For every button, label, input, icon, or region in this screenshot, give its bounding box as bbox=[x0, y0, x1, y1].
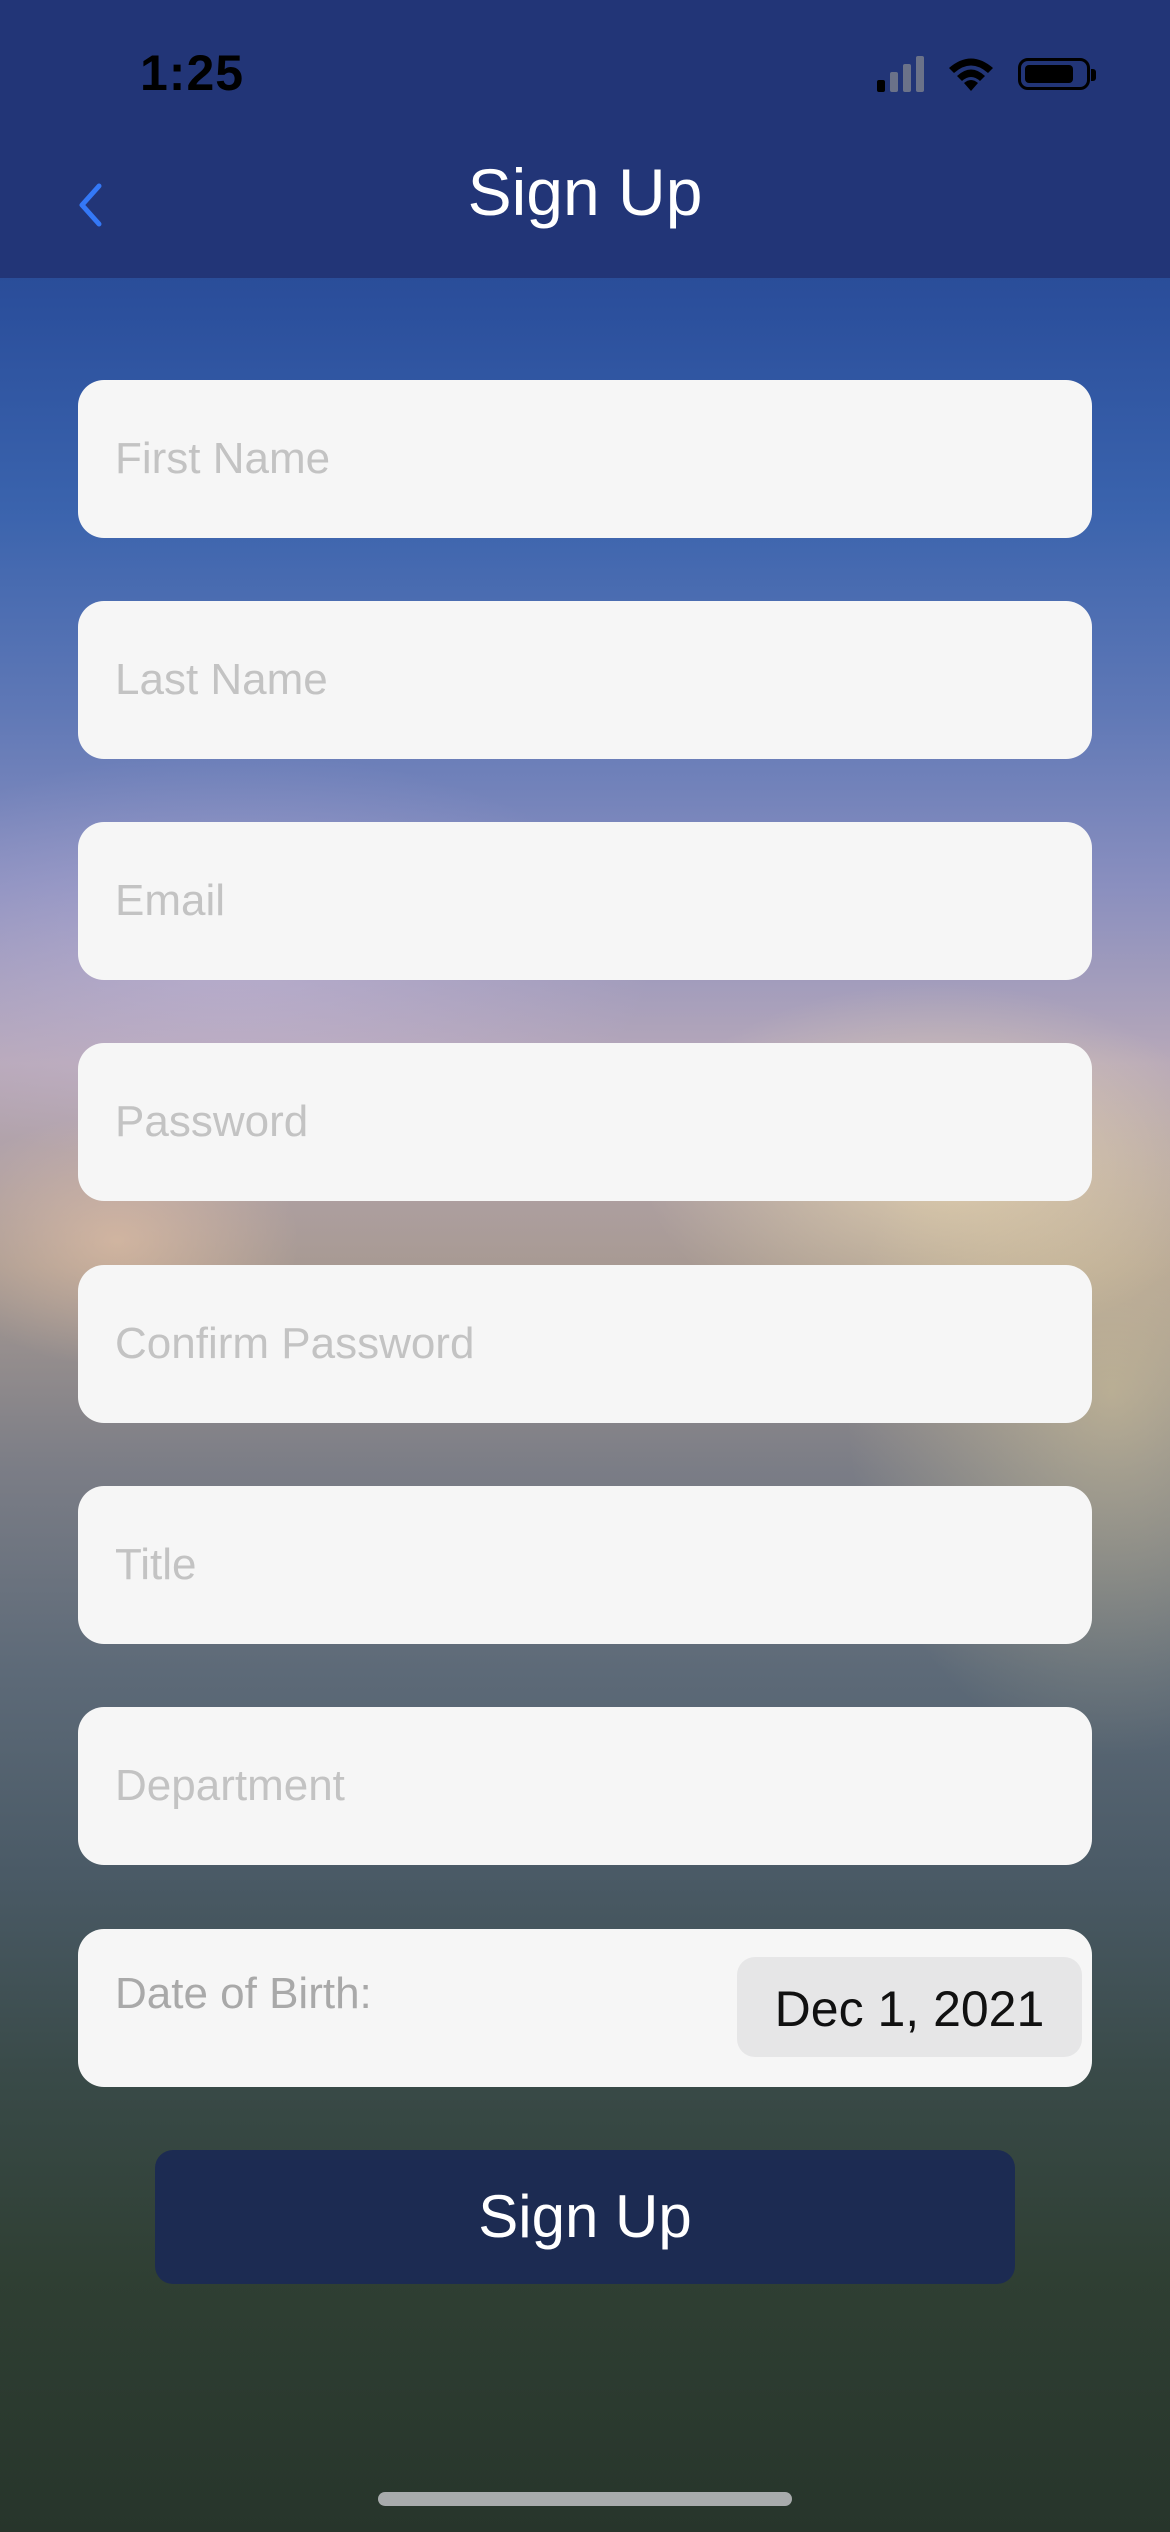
date-of-birth-row: Date of Birth: Dec 1, 2021 bbox=[78, 1929, 1092, 2087]
cellular-signal-icon bbox=[877, 56, 924, 92]
home-indicator bbox=[378, 2492, 792, 2506]
last-name-field[interactable]: Last Name bbox=[78, 601, 1092, 759]
last-name-placeholder: Last Name bbox=[115, 655, 328, 704]
status-time: 1:25 bbox=[140, 45, 245, 101]
email-placeholder: Email bbox=[115, 876, 226, 925]
password-field[interactable]: Password bbox=[78, 1043, 1092, 1201]
status-bar: 1:25 bbox=[0, 0, 1170, 150]
first-name-field[interactable]: First Name bbox=[78, 380, 1092, 538]
wifi-icon bbox=[949, 58, 993, 91]
password-placeholder: Password bbox=[115, 1097, 309, 1146]
title-field[interactable]: Title bbox=[78, 1486, 1092, 1644]
date-of-birth-label: Date of Birth: bbox=[115, 1969, 372, 2018]
confirm-password-placeholder: Confirm Password bbox=[115, 1319, 475, 1368]
battery-icon bbox=[1018, 58, 1096, 90]
department-field[interactable]: Department bbox=[78, 1707, 1092, 1865]
status-icons bbox=[877, 54, 1096, 94]
sign-up-button[interactable]: Sign Up bbox=[155, 2150, 1015, 2284]
title-placeholder: Title bbox=[115, 1540, 197, 1589]
navigation-bar: Sign Up bbox=[0, 140, 1170, 278]
email-field[interactable]: Email bbox=[78, 822, 1092, 980]
page-title: Sign Up bbox=[467, 155, 703, 229]
confirm-password-field[interactable]: Confirm Password bbox=[78, 1265, 1092, 1423]
department-placeholder: Department bbox=[115, 1761, 345, 1810]
date-of-birth-picker[interactable]: Dec 1, 2021 bbox=[737, 1957, 1082, 2057]
first-name-placeholder: First Name bbox=[115, 434, 331, 483]
